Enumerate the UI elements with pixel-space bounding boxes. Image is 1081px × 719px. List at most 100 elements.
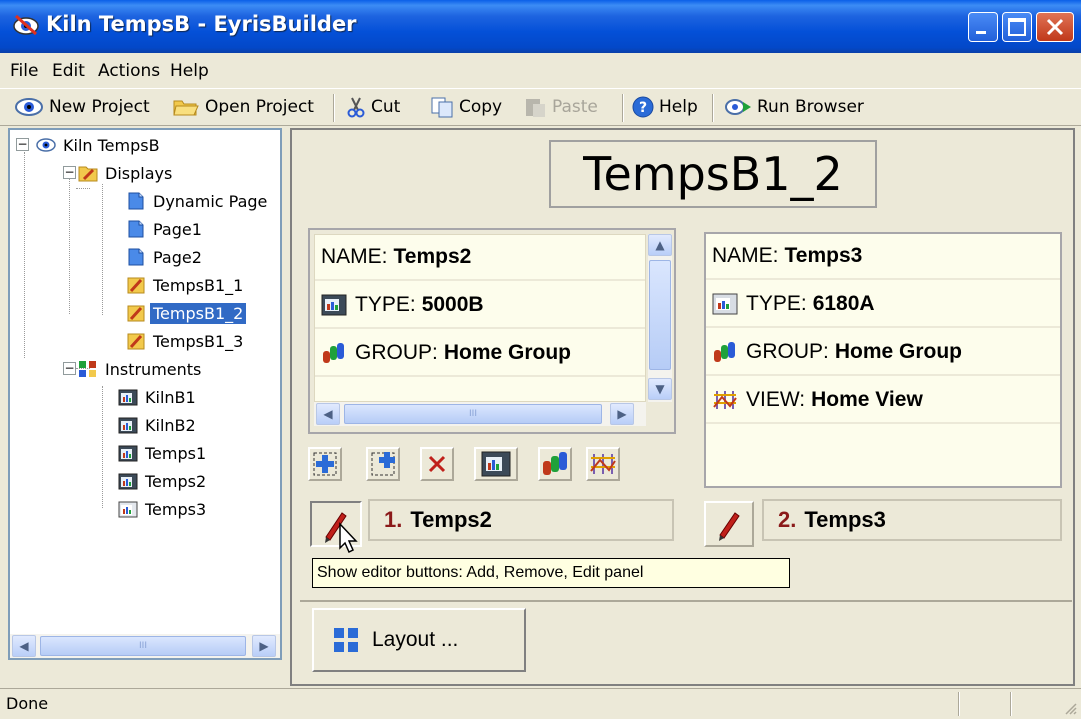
slot-2-label[interactable]: 2. Temps3 — [762, 499, 1062, 541]
tree-horizontal-scrollbar[interactable]: ◀ III ▶ — [10, 634, 280, 658]
tree-item-temps1[interactable]: Temps1 — [118, 440, 209, 466]
set-instrument-button[interactable] — [474, 447, 518, 481]
remove-x-icon — [428, 455, 446, 473]
scroll-down-button[interactable]: ▼ — [648, 378, 672, 400]
help-button[interactable]: ? Help — [632, 95, 698, 119]
close-button[interactable] — [1036, 12, 1074, 42]
panel-1-vertical-scrollbar[interactable]: ▲ ▼ — [648, 234, 672, 402]
eye-run-icon — [725, 99, 751, 115]
displays-folder-icon — [78, 166, 98, 182]
panel-1-card[interactable]: NAME: Temps2 TYPE: 5000B GROUP: Home Group — [314, 234, 646, 402]
panel-1-type-row: TYPE: 5000B — [315, 283, 645, 329]
help-icon: ? — [632, 96, 654, 118]
status-text: Done — [6, 694, 49, 713]
tree-label: Page2 — [153, 247, 202, 267]
scroll-left-button[interactable]: ◀ — [316, 403, 340, 425]
panel-1-name: Temps2 — [393, 245, 472, 268]
copy-button[interactable]: Copy — [430, 95, 502, 119]
status-pane — [1010, 692, 1012, 716]
slot-2-name: Temps3 — [804, 507, 886, 532]
tree-item-page1[interactable]: Page1 — [126, 216, 205, 242]
page-title[interactable]: TempsB1_2 — [549, 140, 877, 208]
panel-1-horizontal-scrollbar[interactable]: ◀ III ▶ — [314, 402, 646, 426]
add-panel-after-button[interactable] — [366, 447, 400, 481]
add-panel-before-button[interactable] — [308, 447, 342, 481]
group-cylinders-icon — [714, 342, 735, 362]
instrument-light-icon — [712, 293, 738, 315]
tree-item-tempsb1-3[interactable]: TempsB1_3 — [126, 328, 246, 354]
tree-item-dynamic-page[interactable]: Dynamic Page — [126, 188, 270, 214]
menu-actions[interactable]: Actions — [98, 61, 160, 81]
expand-toggle-displays[interactable]: − — [63, 166, 76, 179]
tree-item-kilnb2[interactable]: KilnB2 — [118, 412, 199, 438]
scroll-up-button[interactable]: ▲ — [648, 234, 672, 256]
pencil-edit-icon — [719, 512, 740, 541]
expand-toggle-root[interactable]: − — [16, 138, 29, 151]
add-panel-icon — [313, 452, 337, 476]
slot-1-label[interactable]: 1. Temps2 — [368, 499, 674, 541]
tree-item-tempsb1-2[interactable]: TempsB1_2 — [126, 300, 248, 326]
tree-label: KilnB2 — [145, 415, 196, 435]
toolbar-separator — [712, 94, 714, 122]
minimize-button[interactable] — [968, 12, 998, 42]
tree-item-page2[interactable]: Page2 — [126, 244, 205, 270]
cut-button[interactable]: Cut — [346, 95, 400, 119]
instrument-icon — [321, 294, 347, 316]
scroll-thumb[interactable]: III — [40, 636, 246, 656]
set-view-button[interactable] — [586, 447, 620, 481]
name-label: NAME: — [712, 244, 779, 267]
menu-edit[interactable]: Edit — [52, 61, 85, 81]
mouse-cursor-icon — [339, 522, 358, 554]
instrument-icon — [118, 389, 138, 406]
menu-file[interactable]: File — [10, 61, 38, 81]
display-page-icon — [127, 305, 145, 322]
open-project-label: Open Project — [205, 97, 314, 117]
editor-toggle-button-2[interactable] — [704, 501, 754, 547]
maximize-button[interactable] — [1002, 12, 1032, 42]
scroll-right-button[interactable]: ▶ — [252, 635, 276, 657]
group-label: GROUP: — [746, 340, 829, 363]
tree-item-root[interactable]: Kiln TempsB — [36, 132, 163, 158]
maximize-icon — [1008, 18, 1026, 36]
view-label: VIEW: — [746, 388, 806, 411]
menu-bar — [0, 55, 1081, 87]
status-pane — [958, 692, 960, 716]
toolbar-separator — [333, 94, 335, 122]
set-group-button[interactable] — [538, 447, 572, 481]
display-page-icon — [127, 333, 145, 350]
run-browser-button[interactable]: Run Browser — [724, 95, 864, 119]
open-project-button[interactable]: Open Project — [172, 95, 314, 119]
scroll-thumb[interactable] — [649, 260, 671, 370]
instrument-icon — [118, 445, 138, 462]
tree-item-tempsb1-1[interactable]: TempsB1_1 — [126, 272, 246, 298]
tree-item-instruments[interactable]: Instruments — [78, 356, 204, 382]
tree-item-temps3[interactable]: Temps3 — [118, 496, 209, 522]
tree-item-temps2[interactable]: Temps2 — [118, 468, 209, 494]
scroll-left-button[interactable]: ◀ — [12, 635, 36, 657]
tree-label: Temps3 — [145, 499, 207, 519]
type-label: TYPE: — [746, 292, 807, 315]
scroll-thumb[interactable]: III — [344, 404, 602, 424]
add-panel-icon — [371, 452, 395, 476]
menu-help[interactable]: Help — [170, 61, 209, 81]
eye-icon — [15, 98, 43, 116]
page-icon — [128, 192, 144, 210]
scroll-right-button[interactable]: ▶ — [610, 403, 634, 425]
layout-button[interactable]: Layout ... — [312, 608, 526, 672]
panel-2-card[interactable]: NAME: Temps3 TYPE: 6180A GROUP: Home Group … — [704, 232, 1062, 488]
resize-grip-icon[interactable] — [1062, 700, 1078, 716]
copy-label: Copy — [459, 97, 503, 117]
display-page-icon — [127, 277, 145, 294]
panel-2-group: Home Group — [834, 340, 963, 363]
project-tree[interactable]: − Kiln TempsB − Displays Dynamic Page Pa… — [8, 128, 282, 660]
tree-item-displays[interactable]: Displays — [78, 160, 175, 186]
new-project-button[interactable]: New Project — [14, 95, 150, 119]
remove-panel-button[interactable] — [420, 447, 454, 481]
folder-open-icon — [173, 100, 199, 116]
tree-item-kilnb1[interactable]: KilnB1 — [118, 384, 199, 410]
panel-2-type-row: TYPE: 6180A — [706, 282, 1060, 328]
panel-1-container: NAME: Temps2 TYPE: 5000B GROUP: Home Group … — [308, 228, 676, 434]
expand-toggle-instruments[interactable]: − — [63, 362, 76, 375]
panel-1-type: 5000B — [421, 293, 484, 316]
paste-button[interactable]: Paste — [523, 95, 598, 119]
